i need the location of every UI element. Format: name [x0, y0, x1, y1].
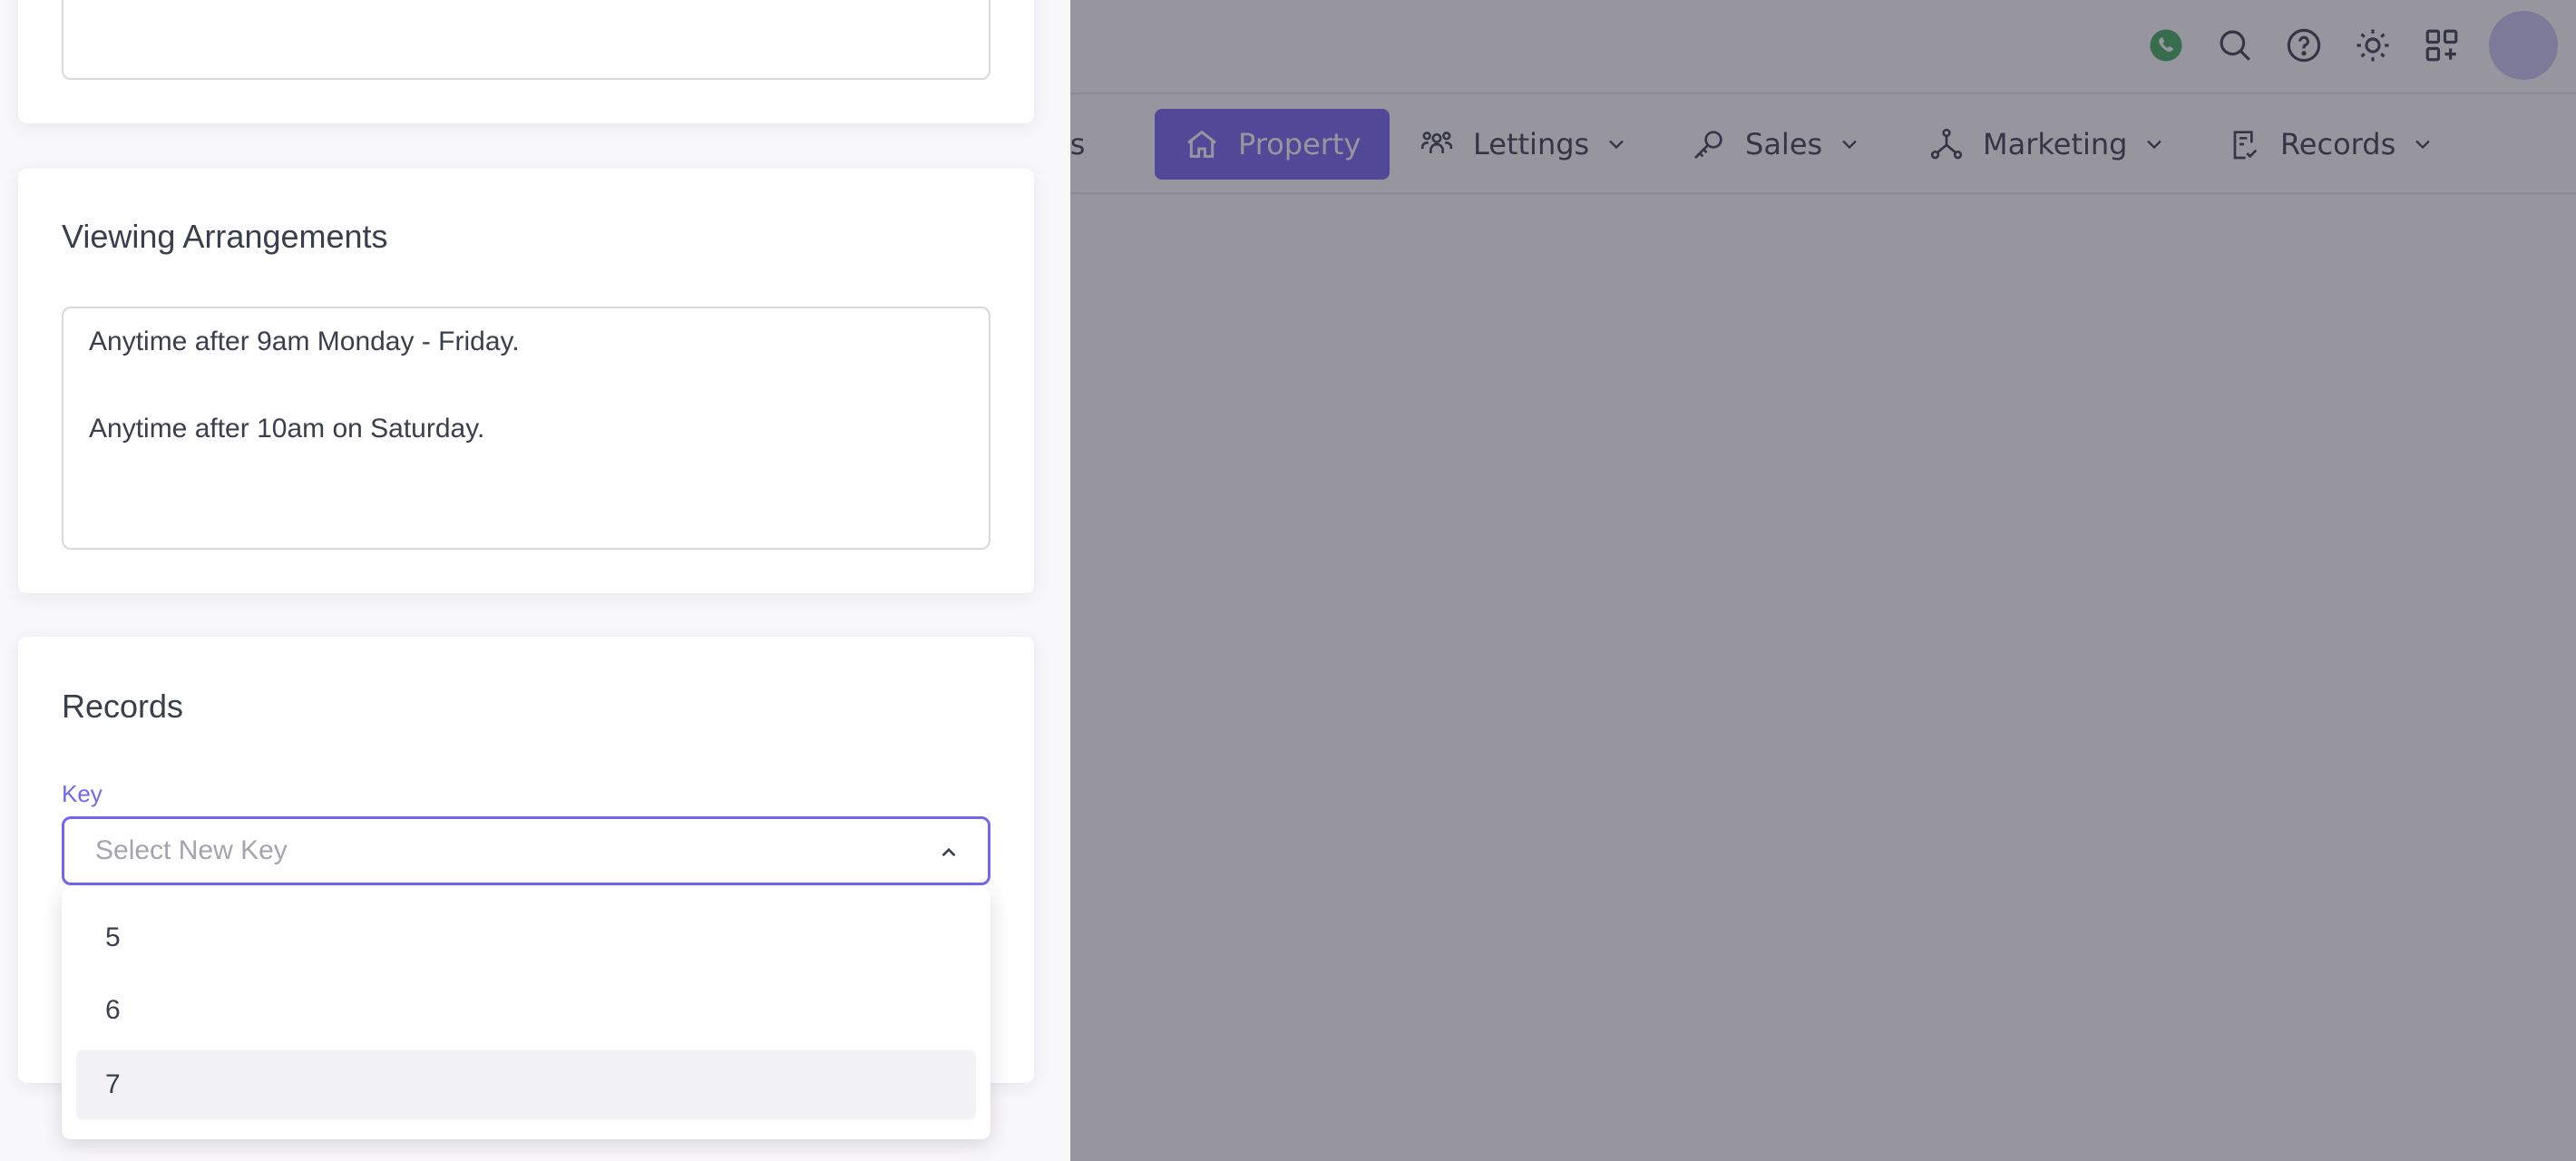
previous-section-card [18, 0, 1034, 123]
key-field-label: Key [62, 780, 102, 807]
key-dropdown-menu: 5 6 7 [62, 887, 990, 1139]
dropdown-option[interactable]: 5 [76, 903, 976, 972]
dropdown-option[interactable]: 7 [76, 1050, 976, 1119]
section-title: Records [62, 688, 184, 725]
textarea-line: Anytime after 10am on Saturday. [89, 414, 485, 444]
section-title: Viewing Arrangements [62, 218, 388, 255]
viewing-arrangements-card: Viewing Arrangements Anytime after 9am M… [18, 169, 1034, 593]
dropdown-option[interactable]: 6 [76, 976, 976, 1045]
previous-textarea[interactable] [62, 0, 990, 80]
chevron-up-icon[interactable] [937, 841, 961, 864]
property-drawer: Viewing Arrangements Anytime after 9am M… [0, 0, 1070, 1161]
key-select-placeholder: Select New Key [95, 835, 288, 865]
key-select[interactable]: Select New Key [62, 816, 990, 885]
viewing-arrangements-textarea[interactable]: Anytime after 9am Monday - Friday. Anyti… [62, 307, 990, 550]
textarea-line: Anytime after 9am Monday - Friday. [89, 327, 520, 356]
